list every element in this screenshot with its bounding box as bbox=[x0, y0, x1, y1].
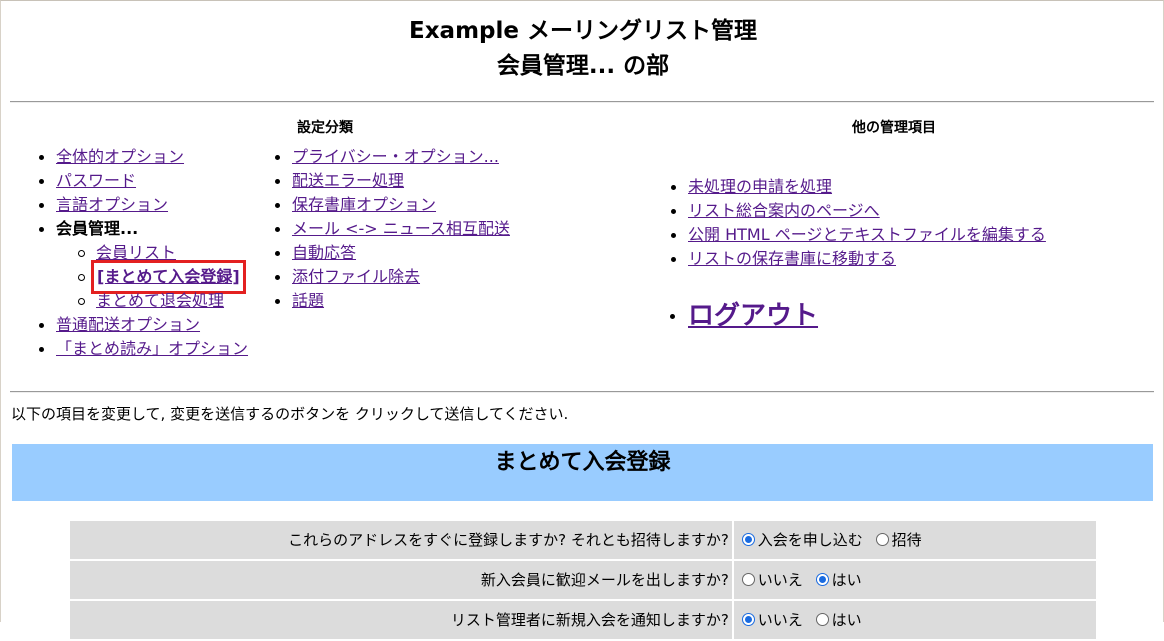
radio-label: 招待 bbox=[891, 531, 922, 549]
nav-autoresponder[interactable]: 自動応答 bbox=[292, 243, 356, 262]
nav-mass-unsubscribe[interactable]: まとめて退会処理 bbox=[96, 291, 224, 310]
nav-content-filtering[interactable]: 添付ファイル除去 bbox=[292, 267, 420, 286]
form-row-subscribe-or-invite: これらのアドレスをすぐに登録しますか? それとも招待しますか? 入会を申し込む … bbox=[70, 521, 1096, 559]
link-edit-html-pages[interactable]: 公開 HTML ページとテキストファイルを編集する bbox=[688, 225, 1046, 244]
nav-regular-delivery-options[interactable]: 普通配送オプション bbox=[56, 315, 200, 334]
settings-list-col1: 全体的オプション パスワード 言語オプション 会員管理... 会員リスト [まと… bbox=[38, 145, 248, 361]
radio-label: はい bbox=[831, 611, 862, 629]
list-item: 「まとめ読み」オプション bbox=[38, 337, 248, 361]
radio-subscribe[interactable] bbox=[741, 533, 755, 546]
list-item: 会員リスト bbox=[38, 241, 248, 265]
list-item: 言語オプション bbox=[38, 193, 248, 217]
list-item: 自動応答 bbox=[274, 241, 510, 265]
nav-topics[interactable]: 話題 bbox=[292, 291, 324, 310]
nav-member-list[interactable]: 会員リスト bbox=[96, 243, 176, 262]
settings-list-col2: プライバシー・オプション... 配送エラー処理 保存書庫オプション メール <-… bbox=[274, 145, 510, 313]
list-item: 配送エラー処理 bbox=[274, 169, 510, 193]
form-answer: いいえ はい bbox=[733, 561, 1096, 599]
divider bbox=[10, 391, 1154, 393]
nav-general-options[interactable]: 全体的オプション bbox=[56, 147, 184, 166]
radio-invite[interactable] bbox=[875, 533, 889, 546]
settings-heading: 設定分類 bbox=[297, 120, 353, 136]
nav-member-management-current: 会員管理... bbox=[56, 219, 139, 238]
list-item: 全体的オプション bbox=[38, 145, 248, 169]
radio-notify-no[interactable] bbox=[741, 613, 755, 626]
form-row-notify-owner: リスト管理者に新規入会を通知しますか? いいえ はい bbox=[70, 601, 1096, 639]
divider bbox=[10, 101, 1154, 103]
radio-label: はい bbox=[831, 571, 862, 589]
list-item: リスト総合案内のページへ bbox=[670, 199, 1046, 223]
link-list-info-page[interactable]: リスト総合案内のページへ bbox=[688, 201, 880, 220]
form-question: リスト管理者に新規入会を通知しますか? bbox=[70, 601, 732, 639]
nav-bounce-processing[interactable]: 配送エラー処理 bbox=[292, 171, 404, 190]
radio-label: いいえ bbox=[757, 611, 803, 629]
list-item: メール <-> ニュース相互配送 bbox=[274, 217, 510, 241]
form-question: 新入会員に歓迎メールを出しますか? bbox=[70, 561, 732, 599]
list-item: 保存書庫オプション bbox=[274, 193, 510, 217]
radio-notify-yes[interactable] bbox=[815, 613, 829, 626]
form-answer: いいえ はい bbox=[733, 601, 1096, 639]
page-title: Example メーリングリスト管理 bbox=[409, 18, 757, 44]
link-pending-requests[interactable]: 未処理の申請を処理 bbox=[688, 177, 832, 196]
nav-archive-options[interactable]: 保存書庫オプション bbox=[292, 195, 436, 214]
other-admin-heading: 他の管理項目 bbox=[852, 120, 936, 136]
section-title: まとめて入会登録 bbox=[494, 450, 671, 475]
link-list-archives[interactable]: リストの保存書庫に移動する bbox=[688, 249, 896, 268]
settings-form: これらのアドレスをすぐに登録しますか? それとも招待しますか? 入会を申し込む … bbox=[70, 521, 1096, 641]
form-row-welcome-message: 新入会員に歓迎メールを出しますか? いいえ はい bbox=[70, 561, 1096, 599]
radio-welcome-yes[interactable] bbox=[815, 573, 829, 586]
list-item: 会員管理... bbox=[38, 217, 248, 241]
form-answer: 入会を申し込む 招待 bbox=[733, 521, 1096, 559]
list-item: プライバシー・オプション... bbox=[274, 145, 510, 169]
nav-mail-news-gateway[interactable]: メール <-> ニュース相互配送 bbox=[292, 219, 510, 238]
list-item: まとめて退会処理 bbox=[38, 289, 248, 313]
list-item: 公開 HTML ページとテキストファイルを編集する bbox=[670, 223, 1046, 247]
list-item: 未処理の申請を処理 bbox=[670, 175, 1046, 199]
logout-link[interactable]: ログアウト bbox=[688, 301, 818, 331]
section-banner: まとめて入会登録 bbox=[12, 444, 1153, 501]
radio-label: いいえ bbox=[757, 571, 803, 589]
list-item: パスワード bbox=[38, 169, 248, 193]
list-item: リストの保存書庫に移動する bbox=[670, 247, 1046, 271]
form-question: これらのアドレスをすぐに登録しますか? それとも招待しますか? bbox=[70, 521, 732, 559]
nav-privacy-options[interactable]: プライバシー・オプション... bbox=[292, 147, 499, 166]
list-item: 普通配送オプション bbox=[38, 313, 248, 337]
nav-digest-options[interactable]: 「まとめ読み」オプション bbox=[56, 339, 248, 358]
nav-password[interactable]: パスワード bbox=[56, 171, 136, 190]
logout-item: ログアウト bbox=[669, 295, 818, 332]
list-item: 話題 bbox=[274, 289, 510, 313]
nav-mass-subscribe-current[interactable]: [まとめて入会登録] bbox=[91, 260, 246, 294]
list-item: 添付ファイル除去 bbox=[274, 265, 510, 289]
other-admin-list: 未処理の申請を処理 リスト総合案内のページへ 公開 HTML ページとテキストフ… bbox=[670, 175, 1046, 271]
radio-label: 入会を申し込む bbox=[757, 531, 863, 549]
page-subtitle: 会員管理... の部 bbox=[496, 53, 670, 79]
nav-language-options[interactable]: 言語オプション bbox=[56, 195, 168, 214]
radio-welcome-no[interactable] bbox=[741, 573, 755, 586]
instructions-text: 以下の項目を変更して, 変更を送信するのボタンを クリックして送信してください. bbox=[11, 405, 569, 423]
list-item: [まとめて入会登録] bbox=[38, 260, 248, 294]
